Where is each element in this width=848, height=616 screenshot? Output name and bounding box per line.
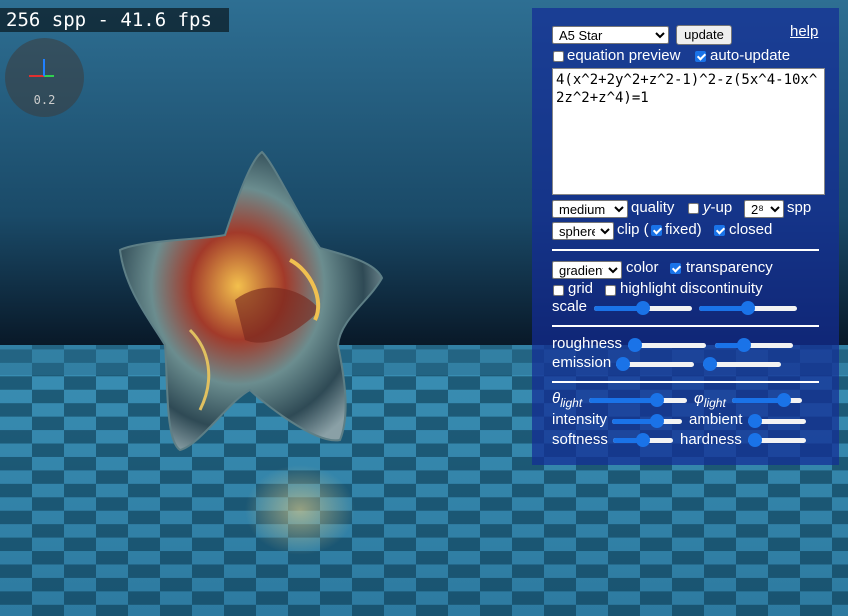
slider-thumb[interactable] (748, 414, 762, 428)
ambient-slider[interactable] (748, 413, 806, 429)
slider-thumb[interactable] (748, 433, 762, 447)
slider-thumb[interactable] (636, 301, 650, 315)
hardness-slider[interactable] (748, 432, 806, 448)
auto-update-checkbox[interactable] (695, 51, 706, 62)
color-label: color (626, 259, 659, 276)
emission-label: emission (552, 354, 612, 371)
theta-light-label: θlight (552, 390, 583, 410)
closed-checkbox[interactable] (714, 225, 725, 236)
slider-thumb[interactable] (737, 338, 752, 352)
axis-scale-label: 0.2 (33, 93, 56, 107)
scale-slider-1[interactable] (594, 300, 692, 316)
ambient-label: ambient (689, 411, 743, 428)
clip-select[interactable]: sphere (552, 222, 614, 240)
roughness-slider-2[interactable] (715, 337, 793, 353)
slider-thumb[interactable] (636, 433, 650, 447)
slider-thumb[interactable] (741, 301, 755, 315)
divider (552, 325, 819, 327)
transparency-label: transparency (686, 259, 773, 276)
intensity-slider[interactable] (612, 413, 682, 429)
quality-select[interactable]: medium (552, 200, 628, 218)
equation-textarea[interactable]: 4(x^2+2y^2+z^2-1)^2-z(5x^4-10x^2z^2+z^4)… (552, 68, 825, 195)
highlight-discontinuity-checkbox[interactable] (605, 285, 616, 296)
control-panel: A5 Star update help equation preview aut… (532, 8, 839, 465)
fixed-checkbox[interactable] (651, 225, 662, 236)
roughness-slider-1[interactable] (628, 337, 706, 353)
update-button[interactable]: update (676, 25, 732, 45)
slider-thumb[interactable] (650, 393, 665, 407)
phi-light-slider[interactable] (732, 392, 802, 408)
transparency-checkbox[interactable] (670, 263, 681, 274)
emission-slider-1[interactable] (616, 356, 694, 372)
highlight-discontinuity-label: highlight discontinuity (620, 280, 763, 297)
axis-gizmo[interactable]: 0.2 (5, 38, 84, 117)
y-up-label: y-up (703, 199, 733, 216)
intensity-label: intensity (552, 411, 608, 428)
phi-light-label: φlight (694, 390, 726, 410)
fixed-label: fixed) (665, 221, 702, 238)
equation-preview-checkbox[interactable] (553, 51, 564, 62)
slider-thumb[interactable] (650, 414, 665, 428)
slider-thumb[interactable] (703, 357, 717, 371)
theta-light-slider[interactable] (589, 392, 687, 408)
slider-thumb[interactable] (628, 338, 642, 352)
scale-label: scale (552, 298, 588, 315)
grid-checkbox[interactable] (553, 285, 564, 296)
fps-counter: 256 spp - 41.6 fps (0, 8, 229, 32)
emission-slider-2[interactable] (703, 356, 781, 372)
quality-label: quality (631, 199, 675, 216)
slider-thumb[interactable] (776, 393, 791, 407)
help-link[interactable]: help (790, 23, 818, 40)
auto-update-label: auto-update (710, 47, 791, 64)
spp-select[interactable]: 2⁸ (744, 200, 784, 218)
color-select[interactable]: gradient (552, 261, 622, 279)
scale-slider-2[interactable] (699, 300, 797, 316)
y-up-checkbox[interactable] (688, 203, 699, 214)
closed-label: closed (729, 221, 773, 238)
clip-label: clip ( (617, 221, 649, 238)
divider (552, 249, 819, 251)
equation-preview-label: equation preview (567, 47, 681, 64)
roughness-label: roughness (552, 335, 623, 352)
softness-slider[interactable] (613, 432, 673, 448)
slider-thumb[interactable] (616, 357, 630, 371)
spp-label: spp (787, 199, 812, 216)
grid-label: grid (568, 280, 594, 297)
hardness-label: hardness (680, 431, 742, 448)
divider (552, 381, 819, 383)
shape-select[interactable]: A5 Star (552, 26, 669, 44)
softness-label: softness (552, 431, 608, 448)
